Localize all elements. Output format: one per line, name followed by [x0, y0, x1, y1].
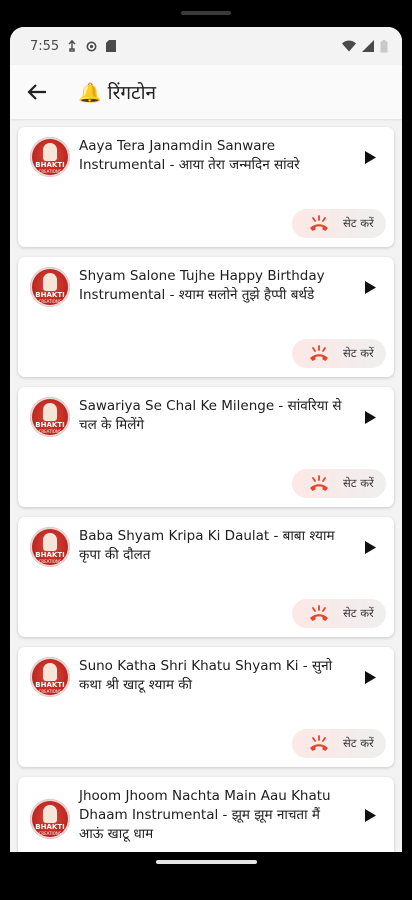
status-bar: 7:55 — [10, 27, 402, 65]
praying-hands-icon — [43, 805, 57, 823]
ringtone-list: BHAKTI CREATIONS Aaya Tera Janamdin Sanw… — [10, 119, 402, 852]
battery-icon — [380, 39, 388, 53]
play-button[interactable] — [362, 149, 378, 165]
ringtone-title: Suno Katha Shri Khatu Shyam Ki - सुनो कथ… — [79, 658, 333, 693]
bhakti-creations-logo: BHAKTI CREATIONS — [30, 657, 70, 697]
ringing-phone-icon — [310, 344, 328, 361]
play-icon — [364, 280, 376, 294]
set-ringtone-label: सेट करें — [343, 736, 374, 750]
set-ringtone-label: सेट करें — [343, 606, 374, 620]
back-arrow-icon — [27, 84, 46, 100]
set-ringtone-button[interactable]: सेट करें — [292, 469, 386, 498]
sd-card-icon — [106, 40, 117, 52]
praying-hands-icon — [43, 143, 57, 161]
ringtone-title: Aaya Tera Janamdin Sanware Instrumental … — [79, 138, 300, 173]
device-speaker — [181, 11, 231, 15]
play-icon — [364, 670, 376, 684]
set-ringtone-button[interactable]: सेट करें — [292, 209, 386, 238]
play-button[interactable] — [362, 807, 378, 823]
set-ringtone-label: सेट करें — [343, 476, 374, 490]
bhakti-creations-logo: BHAKTI CREATIONS — [30, 137, 70, 177]
set-ringtone-button[interactable]: सेट करें — [292, 599, 386, 628]
ringing-phone-icon — [310, 474, 328, 491]
play-icon — [364, 410, 376, 424]
bhakti-creations-logo: BHAKTI CREATIONS — [30, 267, 70, 307]
play-button[interactable] — [362, 279, 378, 295]
play-button[interactable] — [362, 539, 378, 555]
bell-icon: 🔔 — [78, 81, 102, 104]
ringtone-title: Sawariya Se Chal Ke Milenge - सांवरिया स… — [79, 398, 342, 433]
praying-hands-icon — [43, 533, 57, 551]
settings-chip-icon — [85, 40, 98, 53]
ringtone-card[interactable]: BHAKTI CREATIONS Baba Shyam Kripa Ki Dau… — [18, 517, 394, 637]
set-ringtone-button[interactable]: सेट करें — [292, 339, 386, 368]
ringtone-card[interactable]: BHAKTI CREATIONS Shyam Salone Tujhe Happ… — [18, 257, 394, 377]
play-button[interactable] — [362, 669, 378, 685]
play-icon — [364, 540, 376, 554]
bhakti-creations-logo: BHAKTI CREATIONS — [30, 799, 70, 839]
status-time: 7:55 — [30, 38, 60, 54]
ringtone-title: Shyam Salone Tujhe Happy Birthday Instru… — [79, 268, 325, 303]
signal-icon — [362, 40, 374, 52]
ringtone-card[interactable]: BHAKTI CREATIONS Sawariya Se Chal Ke Mil… — [18, 387, 394, 507]
play-icon — [364, 808, 376, 822]
praying-hands-icon — [43, 403, 57, 421]
praying-hands-icon — [43, 663, 57, 681]
ringtone-title: Baba Shyam Kripa Ki Daulat - बाबा श्याम … — [79, 528, 335, 563]
app-screen: 7:55 🔔 रिंगटोन BHAKTI CREATIONS Aaya Ter… — [10, 27, 402, 852]
gesture-navigation-bar[interactable] — [156, 860, 257, 864]
bhakti-creations-logo: BHAKTI CREATIONS — [30, 527, 70, 567]
play-icon — [364, 150, 376, 164]
ringtone-card[interactable]: BHAKTI CREATIONS Jhoom Jhoom Nachta Main… — [18, 777, 394, 852]
ringtone-title: Jhoom Jhoom Nachta Main Aau Khatu Dhaam … — [79, 788, 331, 842]
wifi-icon — [342, 40, 356, 52]
ringing-phone-icon — [310, 214, 328, 231]
ringing-phone-icon — [310, 734, 328, 751]
set-ringtone-label: सेट करें — [343, 346, 374, 360]
usb-icon — [67, 40, 77, 52]
play-button[interactable] — [362, 409, 378, 425]
praying-hands-icon — [43, 273, 57, 291]
ringtone-card[interactable]: BHAKTI CREATIONS Suno Katha Shri Khatu S… — [18, 647, 394, 767]
page-title: रिंगटोन — [107, 82, 157, 104]
set-ringtone-button[interactable]: सेट करें — [292, 729, 386, 758]
back-button[interactable] — [24, 79, 50, 105]
app-bar: 🔔 रिंगटोन — [10, 65, 402, 119]
set-ringtone-label: सेट करें — [343, 216, 374, 230]
bhakti-creations-logo: BHAKTI CREATIONS — [30, 397, 70, 437]
ringing-phone-icon — [310, 604, 328, 621]
ringtone-card[interactable]: BHAKTI CREATIONS Aaya Tera Janamdin Sanw… — [18, 127, 394, 247]
